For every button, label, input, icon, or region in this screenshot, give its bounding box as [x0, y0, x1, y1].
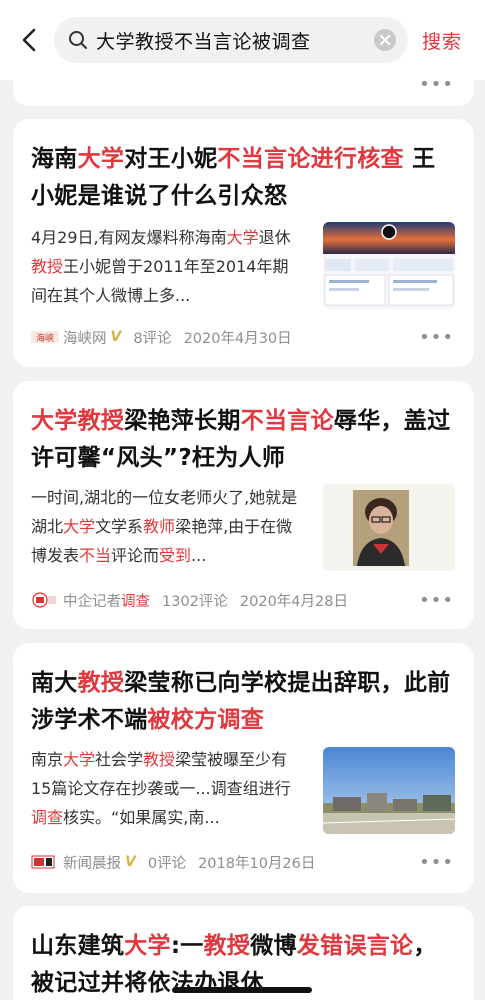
highlighted-keyword: 大学 — [226, 228, 259, 247]
more-button[interactable]: ••• — [419, 76, 454, 94]
highlighted-keyword: 被校方调查 — [147, 707, 264, 733]
text-run: 王小妮曾于2011年至2014年期间在其个人微博上多... — [31, 257, 289, 305]
search-input[interactable]: 大学教授不当言论被调查 — [54, 17, 408, 63]
result-snippet: 南京大学社会学教授梁莹被曝至少有15篇论文存在抄袭或一...调查组进行调查核实。… — [31, 745, 303, 832]
text-run: 4月29日,有网友爆料称海南 — [31, 228, 227, 247]
home-indicator[interactable] — [172, 987, 312, 993]
text-run: ... — [191, 546, 207, 565]
search-query-text[interactable]: 大学教授不当言论被调查 — [96, 27, 374, 54]
text-run: :一 — [170, 933, 204, 959]
text-run: 对王小妮 — [124, 146, 218, 172]
result-title[interactable]: 南大教授梁莹称已向学校提出辞职，此前涉学术不端被校方调查 — [31, 665, 454, 739]
highlighted-keyword: 教授 — [203, 933, 251, 959]
back-arrow-icon — [22, 28, 36, 52]
text-run: 退休 — [258, 228, 291, 247]
verified-badge: V — [110, 329, 122, 345]
result-card[interactable]: 大学教授梁艳萍长期不当言论辱华，盖过许可馨“风头”?枉为人师 一时间,湖北的一位… — [13, 381, 474, 629]
svg-text:海峡: 海峡 — [36, 332, 54, 344]
more-button[interactable]: ••• — [419, 590, 454, 611]
text-run: 南京 — [31, 750, 64, 769]
result-card[interactable]: 南大教授梁莹称已向学校提出辞职，此前涉学术不端被校方调查 南京大学社会学教授梁莹… — [13, 643, 474, 893]
highlighted-keyword: 不当言论进行核查 — [217, 146, 404, 172]
search-button[interactable]: 搜索 — [422, 27, 462, 54]
text-run: 微博 — [250, 933, 297, 959]
highlighted-keyword: 大学 — [63, 517, 96, 536]
comment-count: 0评论 — [147, 855, 187, 872]
highlighted-keyword: 受到 — [159, 546, 192, 565]
result-meta: 新闻晨报 V 0评论 2018年10月26日 ••• — [31, 851, 454, 873]
comment-count: 8评论 — [133, 330, 172, 347]
text-run: 南大 — [31, 670, 78, 696]
result-thumbnail — [323, 747, 455, 834]
source-name[interactable]: 海峡网 — [63, 327, 107, 348]
source-name[interactable]: 中企记者调查 — [63, 590, 150, 611]
highlighted-keyword: 调查 — [121, 593, 150, 610]
highlighted-keyword: 不当 — [79, 546, 112, 565]
result-snippet: 4月29日,有网友爆料称海南大学退休教授王小妮曾于2011年至2014年期间在其… — [31, 223, 303, 310]
source-name[interactable]: 新闻晨报 — [63, 852, 121, 873]
highlighted-keyword: 教授 — [143, 750, 176, 769]
highlighted-keyword: 教授 — [31, 257, 64, 276]
search-header: 大学教授不当言论被调查 搜索 — [0, 0, 485, 80]
clear-icon — [380, 35, 390, 45]
source-logo-icon — [31, 853, 59, 871]
result-meta: 海峡 海峡网 V 8评论 2020年4月30日 ••• — [31, 326, 454, 348]
result-card[interactable]: 山东建筑大学:一教授微博发错误言论，被记过并将依法办退休 — [13, 906, 474, 1000]
text-run: 评论而 — [111, 546, 160, 565]
result-card[interactable]: 海南大学对王小妮不当言论进行核查 王小妮是谁说了什么引众怒 4月29日,有网友爆… — [13, 119, 474, 367]
result-title[interactable]: 大学教授梁艳萍长期不当言论辱华，盖过许可馨“风头”?枉为人师 — [31, 403, 454, 477]
highlighted-keyword: 大学 — [63, 750, 96, 769]
result-thumbnail — [323, 484, 455, 571]
text-run: 梁艳萍长期 — [124, 408, 241, 434]
highlighted-keyword: 大学教授 — [31, 408, 125, 434]
publish-date: 2020年4月30日 — [183, 330, 292, 347]
back-button[interactable] — [6, 16, 54, 64]
comment-count: 1302评论 — [162, 593, 228, 610]
highlighted-keyword: 教授 — [77, 670, 125, 696]
text-run: 社会学 — [95, 750, 144, 769]
verified-badge: V — [125, 854, 136, 870]
source-logo-icon — [31, 591, 59, 609]
more-button[interactable]: ••• — [419, 327, 454, 348]
clear-button[interactable] — [374, 29, 396, 51]
text-run: 海南 — [31, 146, 78, 172]
result-meta: 中企记者调查 1302评论 2020年4月28日 ••• — [31, 589, 454, 611]
highlighted-keyword: 教师 — [143, 517, 176, 536]
highlighted-keyword: 大学 — [124, 933, 171, 959]
publish-date: 2020年4月28日 — [239, 593, 348, 610]
text-run: 文学系 — [95, 517, 144, 536]
text-run: 核实。“如果属实,南... — [63, 808, 220, 827]
more-button[interactable]: ••• — [419, 852, 454, 873]
highlighted-keyword: 发错误言论 — [296, 933, 414, 959]
result-title[interactable]: 海南大学对王小妮不当言论进行核查 王小妮是谁说了什么引众怒 — [31, 141, 454, 215]
search-icon — [69, 31, 87, 49]
source-logo-icon: 海峡 — [31, 328, 59, 346]
result-thumbnail — [323, 222, 455, 309]
publish-date: 2018年10月26日 — [198, 855, 316, 872]
result-snippet: 一时间,湖北的一位女老师火了,她就是湖北大学文学系教师梁艳萍,由于在微博发表不当… — [31, 483, 303, 570]
text-run: 山东建筑 — [31, 933, 125, 959]
highlighted-keyword: 调查 — [31, 808, 64, 827]
highlighted-keyword: 大学 — [77, 146, 125, 172]
text-run: 中企记者 — [63, 593, 121, 610]
source-name-text: 中企记者调查 — [63, 594, 150, 610]
highlighted-keyword: 不当言论 — [240, 408, 334, 434]
